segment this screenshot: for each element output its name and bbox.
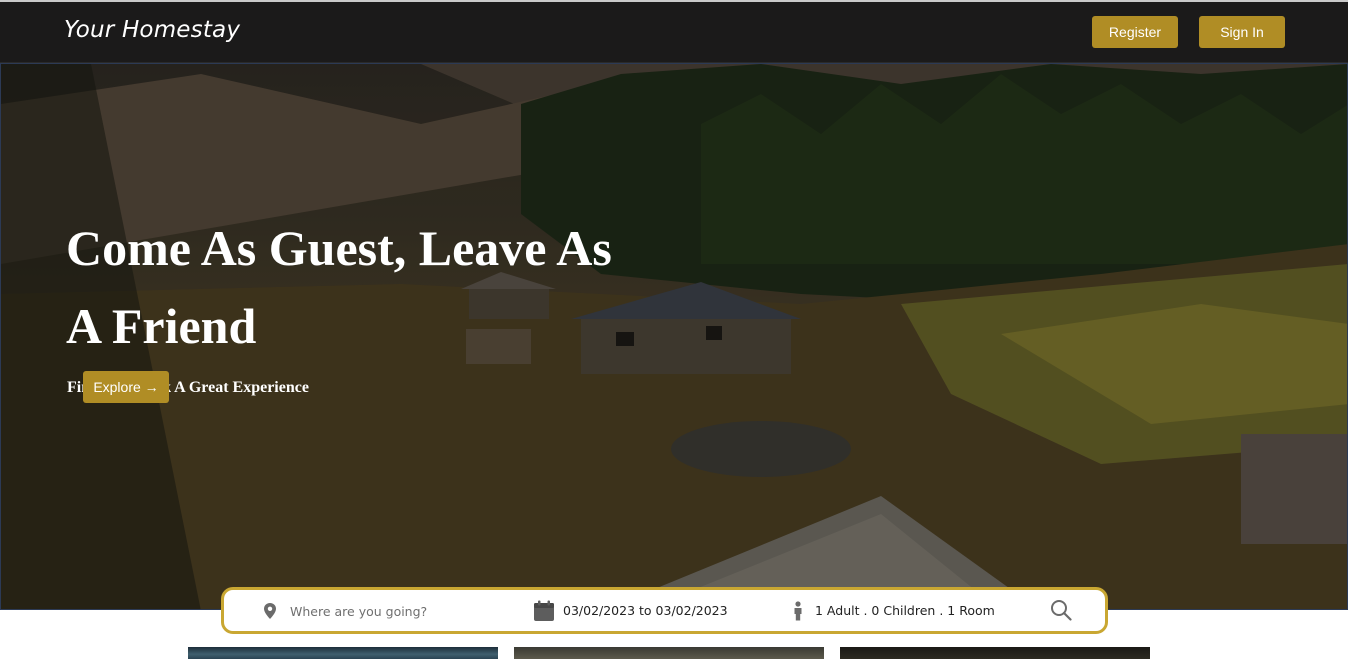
hero-section: Come As Guest, Leave As A Friend Find An…: [0, 63, 1348, 610]
guests-rooms-field[interactable]: 1 Adult . 0 Children . 1 Room: [815, 603, 995, 618]
navbar: Your Homestay Register Sign In: [0, 2, 1348, 63]
listing-card-image[interactable]: [840, 647, 1150, 659]
destination-input[interactable]: [290, 601, 510, 621]
listing-card-image[interactable]: [514, 647, 824, 659]
person-icon: [792, 601, 804, 626]
explore-button[interactable]: Explore →: [83, 371, 169, 403]
signin-button[interactable]: Sign In: [1199, 16, 1285, 48]
listing-card-image[interactable]: [188, 647, 498, 659]
hero-title: Come As Guest, Leave As A Friend: [66, 220, 612, 354]
search-icon[interactable]: [1050, 599, 1072, 626]
calendar-icon[interactable]: [533, 600, 555, 627]
map-pin-icon: [262, 602, 278, 625]
register-button[interactable]: Register: [1092, 16, 1178, 48]
brand-logo[interactable]: Your Homestay: [64, 17, 240, 43]
search-bar: 03/02/2023 to 03/02/2023 1 Adult . 0 Chi…: [221, 587, 1108, 634]
date-range-field[interactable]: 03/02/2023 to 03/02/2023: [563, 603, 728, 618]
